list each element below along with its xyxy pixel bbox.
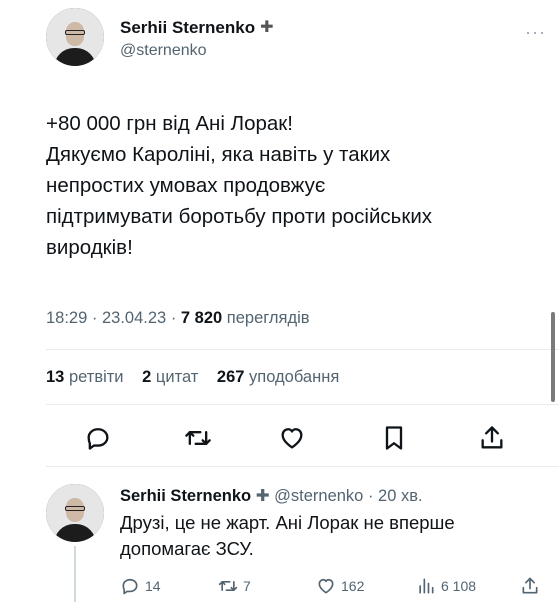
verified-icon: ✚ [255, 487, 270, 505]
retweets-count: 13 [46, 368, 65, 386]
reply-display-name[interactable]: Serhii Sternenko [120, 487, 251, 505]
tweet-actions [46, 420, 526, 456]
tweet-header: Serhii Sternenko ✚ @sternenko ··· [46, 8, 546, 78]
reply-actions: 14 7 162 6 108 [120, 576, 556, 600]
retweets-label: ретвіти [68, 368, 124, 386]
reply-text-line: допомагає ЗСУ. [120, 538, 254, 559]
tweet-date[interactable]: 23.04.23 [102, 309, 166, 327]
reply-reply-button[interactable]: 14 [120, 576, 161, 596]
separator-dot: · [170, 309, 181, 327]
likes-stat[interactable]: 267 уподобання [217, 368, 339, 386]
reply-retweet-button[interactable]: 7 [218, 576, 251, 596]
reply-views-count: 6 108 [441, 578, 477, 594]
retweet-icon[interactable] [184, 424, 212, 452]
share-icon [522, 577, 538, 594]
reply-likes-count: 162 [341, 578, 365, 594]
reply-text-line: Друзі, це не жарт. Ані Лорак не вперше [120, 512, 455, 533]
retweet-icon [218, 581, 238, 591]
tweet-text-line: підтримувати боротьбу проти російських [46, 205, 433, 228]
retweets-stat[interactable]: 13 ретвіти [46, 368, 124, 386]
author-name-line: Serhii Sternenko ✚ [120, 18, 274, 38]
reply-icon [122, 578, 138, 595]
likes-label: уподобання [249, 368, 340, 386]
avatar[interactable] [46, 8, 104, 66]
likes-count: 267 [216, 368, 245, 386]
more-icon[interactable]: ··· [525, 22, 546, 43]
reply-like-button[interactable]: 162 [316, 576, 364, 596]
reply-replies-count: 14 [145, 578, 161, 594]
reply-header: Serhii Sternenko ✚ @sternenko · 20 хв. [120, 486, 423, 506]
tweet-meta: 18:29 · 23.04.23 · 7 820 переглядів [46, 309, 310, 328]
tweet-text: +80 000 грн від Ані Лорак! Дякуємо Карол… [46, 108, 546, 263]
tweet-text-line: Дякуємо Кароліні, яка навіть у таких [46, 143, 391, 166]
reply-tweet[interactable]: Serhii Sternenko ✚ @sternenko · 20 хв. Д… [46, 484, 556, 607]
tweet-text-line: непростих умовах продовжує [46, 174, 326, 197]
author-display-name[interactable]: Serhii Sternenko [120, 18, 255, 38]
reply-retweets-count: 7 [243, 578, 251, 594]
divider [46, 466, 559, 467]
reply-avatar[interactable] [46, 484, 104, 542]
verified-icon: ✚ [260, 19, 274, 36]
reply-age[interactable]: 20 хв. [378, 487, 423, 505]
thread-line [74, 546, 76, 602]
reply-views-button[interactable]: 6 108 [416, 576, 476, 596]
tweet-stats: 13 ретвіти 2 цитат 267 уподобання [46, 368, 339, 387]
reply-icon[interactable] [84, 424, 112, 452]
scrollbar[interactable] [551, 312, 555, 402]
quotes-count: 2 [142, 368, 152, 386]
like-icon [318, 578, 334, 594]
views-icon [419, 578, 434, 594]
reply-share-button[interactable] [520, 576, 540, 596]
divider [46, 349, 559, 350]
reply-text: Друзі, це не жарт. Ані Лорак не вперше д… [120, 510, 550, 562]
views-count: 7 820 [180, 309, 223, 327]
author-handle[interactable]: @sternenko [120, 42, 207, 60]
tweet-time[interactable]: 18:29 [46, 309, 87, 327]
like-icon[interactable] [278, 424, 306, 452]
separator-dot: · [91, 309, 102, 327]
separator-dot: · [363, 487, 379, 505]
quotes-stat[interactable]: 2 цитат [142, 368, 198, 386]
quotes-label: цитат [155, 368, 199, 386]
divider [46, 404, 559, 405]
bookmark-icon[interactable] [380, 424, 408, 452]
views-label: переглядів [226, 309, 310, 327]
tweet-text-line: +80 000 грн від Ані Лорак! [46, 112, 293, 135]
tweet-text-line: виродків! [46, 236, 133, 259]
share-icon[interactable] [478, 424, 506, 452]
reply-handle[interactable]: @sternenko [274, 487, 363, 505]
